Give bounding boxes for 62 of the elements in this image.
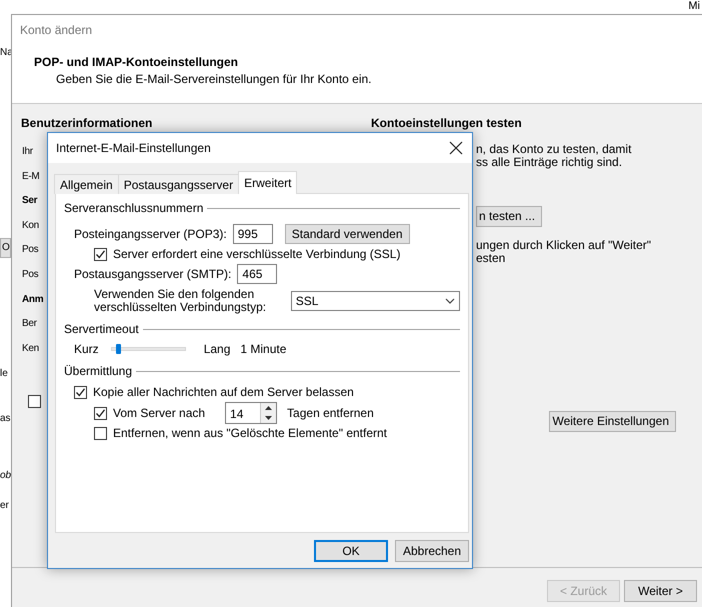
checkbox-label: Server erfordert eine verschlüsselte Verbindung (SSL): [113, 247, 400, 261]
field-label: Kon: [22, 218, 39, 232]
down-icon[interactable]: [261, 413, 276, 423]
slider-label: Kurz: [74, 342, 99, 356]
more-settings-button[interactable]: Weitere Einstellungen: [549, 411, 676, 432]
test-button[interactable]: n testen ...: [476, 206, 542, 227]
slider-thumb[interactable]: [116, 344, 121, 354]
checkbox[interactable]: [94, 406, 107, 420]
field-label: Pos: [22, 268, 38, 282]
group-heading: Servertimeout: [64, 322, 139, 336]
input-field[interactable]: 995: [232, 224, 273, 244]
section-heading: Kontoeinstellungen testen: [371, 116, 523, 130]
page-heading: POP- und IMAP-Kontoeinstellungen: [34, 55, 239, 69]
tab[interactable]: Postausgangsserver: [118, 174, 240, 194]
number-spinner[interactable]: 14: [225, 402, 278, 424]
ok-button[interactable]: OK: [314, 540, 388, 562]
page-subtitle: Geben Sie die E-Mail-Servereinstellungen für Ihr Konto ein.: [56, 72, 373, 86]
app-text: ob: [0, 470, 11, 482]
description-text: ss alle Einträge richtig sind.: [476, 156, 622, 169]
checkbox[interactable]: [28, 395, 41, 408]
next-button[interactable]: Weiter >: [624, 580, 697, 602]
description-text: esten: [476, 252, 506, 265]
section-heading: Anm: [22, 292, 44, 306]
tab[interactable]: Allgemein: [54, 174, 119, 194]
field-label: Postausgangsserver (SMTP):: [74, 267, 232, 281]
app-text: as: [0, 413, 11, 425]
app-text: er: [0, 500, 10, 512]
field-label: Tagen entfernen: [287, 406, 374, 420]
dialog-title: Internet-E-Mail-Einstellungen: [56, 141, 211, 155]
description-text: ungen durch Klicken auf "Weiter": [476, 239, 652, 252]
checkbox[interactable]: [94, 426, 107, 440]
up-icon[interactable]: [261, 403, 276, 413]
field-label: Pos: [22, 243, 38, 257]
field-label: Ken: [22, 342, 39, 356]
slider-track[interactable]: [110, 347, 186, 351]
default-button[interactable]: Standard verwenden: [284, 224, 410, 244]
description-text: n, das Konto zu testen, damit: [476, 143, 632, 156]
field-label: E-M: [22, 170, 40, 184]
checkbox[interactable]: [94, 248, 107, 260]
app-text: le: [0, 368, 9, 380]
dropdown[interactable]: SSL: [290, 291, 460, 311]
checkbox[interactable]: [74, 386, 87, 398]
group-heading: Übermittlung: [64, 364, 132, 378]
cancel-button[interactable]: Abbrechen: [395, 540, 469, 562]
app-text: Mi: [688, 0, 700, 12]
window-title: Konto ändern: [20, 23, 94, 37]
field-label: Ihr: [22, 145, 33, 159]
section-heading: Ser: [22, 194, 38, 208]
close-icon[interactable]: [448, 140, 464, 156]
field-label: Posteingangsserver (POP3):: [74, 227, 227, 241]
tab[interactable]: Erweitert: [238, 171, 298, 194]
checkbox-label: Vom Server nach: [113, 406, 206, 420]
field-label: Ber: [22, 317, 37, 331]
checkbox-label: Entfernen, wenn aus "Gelöschte Elemente" entfernt: [113, 426, 388, 440]
input-field[interactable]: 465: [237, 264, 278, 284]
section-heading: Benutzerinformationen: [21, 116, 154, 130]
group-heading: Serveranschlussnummern: [64, 201, 204, 215]
app-button[interactable]: O: [0, 238, 11, 258]
field-label: Verwenden Sie den folgenden verschlüsselten Verbindungstyp:: [94, 288, 267, 314]
timeout-value: 1 Minute: [240, 342, 286, 356]
slider-label: Lang: [204, 342, 230, 356]
checkbox-label: Kopie aller Nachrichten auf dem Server belassen: [93, 385, 354, 399]
